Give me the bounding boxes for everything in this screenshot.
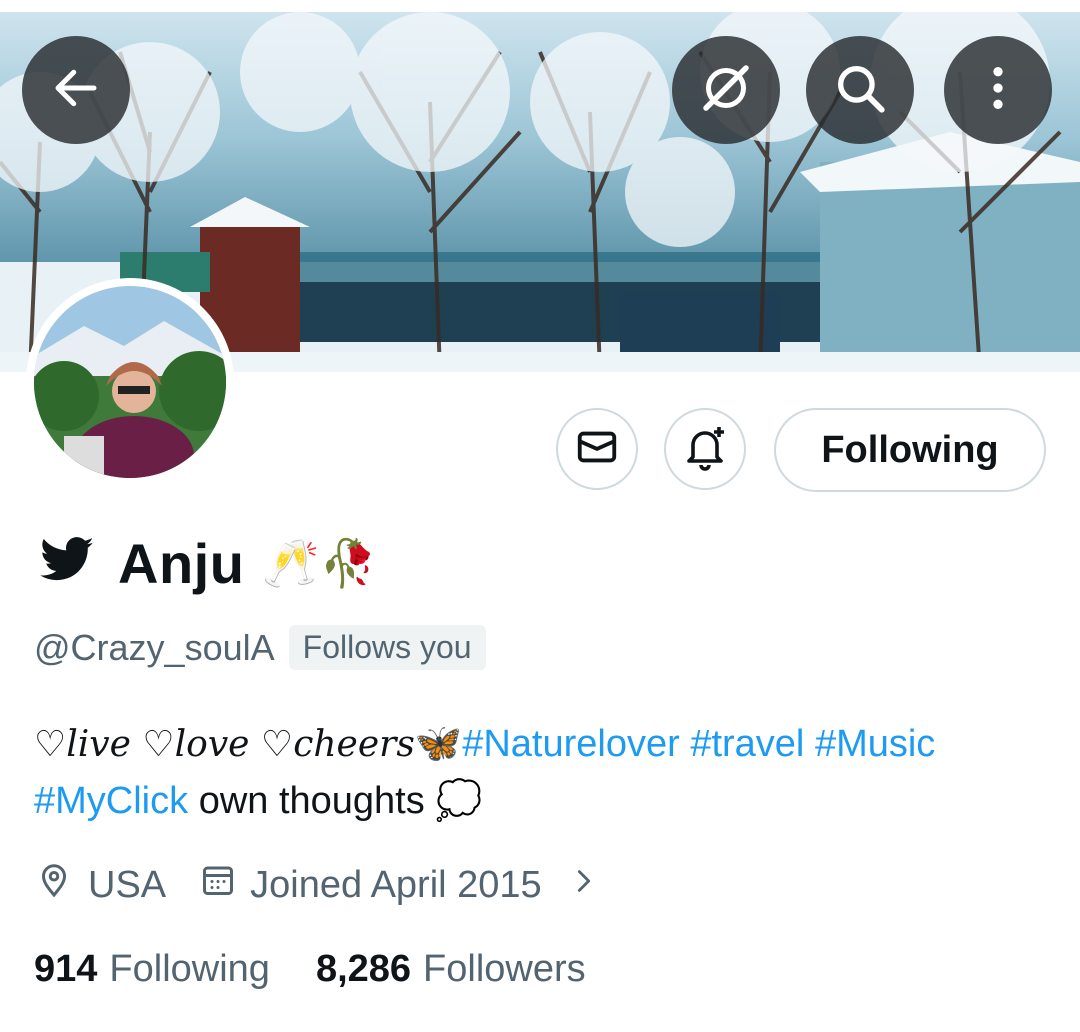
profile-name-row: Anju 🥂🥀: [38, 528, 377, 598]
profile-meta: USA Joined April 2015: [36, 862, 598, 908]
name-emojis: 🥂🥀: [262, 536, 377, 589]
profile-name: Anju: [118, 531, 245, 595]
following-button[interactable]: Following: [774, 408, 1046, 492]
hashtag-music[interactable]: #Music: [815, 723, 935, 765]
follows-you-badge: Follows you: [288, 625, 486, 670]
back-button[interactable]: [22, 36, 130, 144]
followers-stat[interactable]: 8,286 Followers: [316, 948, 586, 991]
profile-handle: @Crazy_soulA: [34, 626, 275, 668]
following-count: 914: [34, 948, 98, 990]
calendar-icon: [200, 862, 236, 908]
bio-plain-text: own thoughts: [198, 780, 425, 822]
arrow-left-icon: [49, 61, 103, 120]
chevron-right-icon[interactable]: [570, 864, 598, 907]
grok-icon: [696, 58, 756, 123]
handle-row: @Crazy_soulA Follows you: [34, 625, 486, 670]
profile-bio: ♡live ♡love ♡cheers🦋#Naturelover #travel…: [34, 716, 1054, 830]
twitter-bird-icon: [38, 536, 96, 591]
following-stat[interactable]: 914 Following: [34, 948, 270, 991]
message-button[interactable]: [556, 408, 638, 490]
profile-location: USA: [88, 863, 167, 906]
hashtag-travel[interactable]: #travel: [690, 723, 804, 765]
profile-stats: 914 Following 8,286 Followers: [34, 948, 586, 991]
avatar-image: [34, 286, 226, 478]
more-vertical-icon: [970, 60, 1026, 121]
more-button[interactable]: [944, 36, 1052, 144]
thought-emoji: 💭: [435, 780, 483, 822]
grok-button[interactable]: [672, 36, 780, 144]
bell-plus-icon: [681, 423, 729, 476]
hashtag-myclick[interactable]: #MyClick: [34, 780, 188, 822]
bio-hearts-text: ♡live ♡love ♡cheers: [34, 724, 415, 765]
search-button[interactable]: [806, 36, 914, 144]
profile-joined: Joined April 2015: [250, 863, 542, 906]
following-label: Following: [109, 948, 270, 990]
search-icon: [831, 59, 889, 122]
location-pin-icon: [36, 862, 72, 908]
followers-count: 8,286: [315, 948, 412, 990]
butterfly-emoji: 🦋: [414, 723, 463, 765]
hashtag-naturelover[interactable]: #Naturelover: [462, 723, 680, 765]
notify-button[interactable]: [664, 408, 746, 490]
envelope-icon: [574, 424, 620, 475]
followers-label: Followers: [423, 948, 586, 990]
avatar[interactable]: [26, 278, 234, 486]
